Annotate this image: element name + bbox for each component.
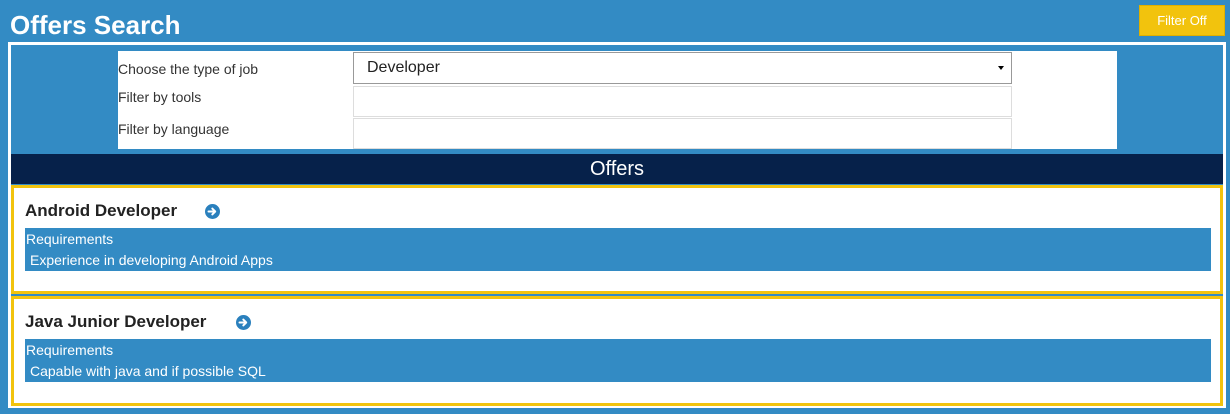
requirements-box: Requirements Experience in developing An… — [25, 228, 1211, 271]
job-type-selected-value: Developer — [367, 59, 440, 76]
caret-down-icon — [998, 66, 1004, 70]
tools-filter-label: Filter by tools — [118, 89, 202, 105]
arrow-circle-right-icon[interactable] — [236, 315, 251, 330]
language-filter-input[interactable] — [353, 118, 1012, 149]
page-title: Offers Search — [10, 10, 181, 40]
requirements-text: Capable with java and if possible SQL — [30, 363, 266, 379]
arrow-circle-right-icon[interactable] — [205, 204, 220, 219]
filter-panel: Choose the type of job Developer Filter … — [118, 51, 1117, 149]
offer-card: Android Developer Requirements Experienc… — [11, 185, 1223, 294]
offers-header: Offers — [11, 154, 1223, 184]
offer-title: Android Developer — [25, 201, 178, 220]
requirements-box: Requirements Capable with java and if po… — [25, 339, 1211, 382]
job-type-select[interactable]: Developer — [353, 52, 1012, 84]
tools-filter-input[interactable] — [353, 86, 1012, 117]
offer-title: Java Junior Developer — [25, 312, 207, 331]
requirements-label: Requirements — [26, 342, 114, 358]
filter-off-button[interactable]: Filter Off — [1139, 5, 1225, 36]
language-filter-label: Filter by language — [118, 121, 230, 137]
requirements-label: Requirements — [26, 231, 114, 247]
requirements-text: Experience in developing Android Apps — [30, 252, 273, 268]
job-type-label: Choose the type of job — [118, 61, 259, 77]
offer-card: Java Junior Developer Requirements Capab… — [11, 296, 1223, 406]
